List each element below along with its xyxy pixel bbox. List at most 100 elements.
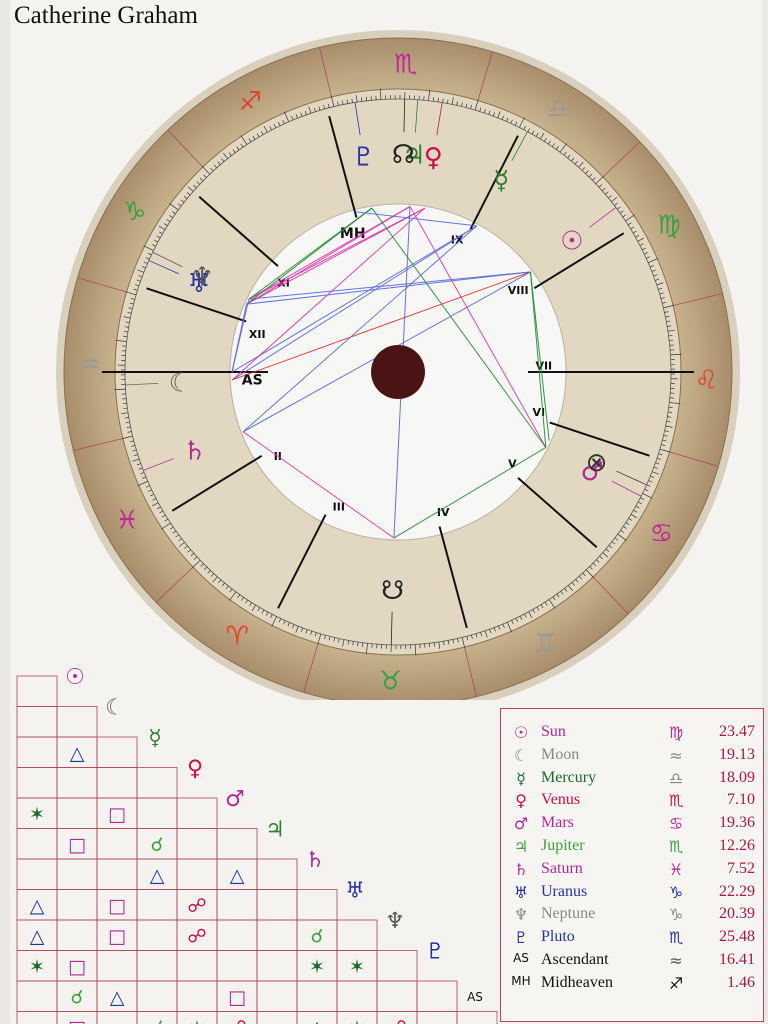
grid-body-header: ♅ [345,879,365,904]
aspect-cell [256,889,298,921]
legend-degree: 20.39 [719,905,755,923]
legend-sign: ≈ [669,745,683,765]
sign-glyph-aquarius: ♒ [78,350,101,380]
aspect-cell [176,980,218,1012]
legend-sign: ♏ [668,791,684,811]
sign-glyph-libra: ♎ [547,95,570,125]
aspect-cell [136,889,178,921]
legend-row: ☿ Mercury ♎ 18.09 [501,769,763,792]
legend-sign: ♎ [668,768,684,788]
legend-sign: ≈ [669,951,683,970]
legend-row: ♅ Uranus ♑ 22.29 [501,883,763,906]
aspect-cell [456,1011,498,1024]
grid-body-header: ♀ [187,757,203,782]
aspect-cell [216,828,258,860]
legend-degree: 1.46 [727,973,755,991]
legend-glyph: ☾ [513,745,529,765]
legend-degree: 22.29 [719,882,755,900]
aspect-cell [136,919,178,951]
legend-sign: ♏ [668,837,684,856]
legend-row: MH Midheaven ♐ 1.46 [501,974,763,997]
legend-glyph: ♃ [513,837,529,856]
legend-name: Ascendant [541,951,609,968]
aspect-cell [416,980,458,1012]
legend-degree: 18.09 [719,768,755,786]
aspect-glyph: ✶ [189,1017,205,1024]
planet-glyph-part-of-fortune: ⊗ [586,448,608,478]
aspect-cell [256,858,298,890]
aspect-glyph: ☌ [311,925,324,947]
aspect-glyph: ☍ [387,1017,406,1024]
legend-glyph: ☿ [516,768,526,788]
grid-body-header: ♆ [385,909,405,934]
aspect-cell [136,767,178,799]
aspect-glyph: △ [70,742,85,764]
sign-glyph-capricorn: ♑ [123,197,146,227]
aspect-cell [176,828,218,860]
aspect-glyph: ☍ [187,925,206,947]
legend-name: Pluto [541,928,575,946]
legend-glyph: ☉ [513,723,529,742]
aspect-glyph: △ [110,986,125,1008]
aspect-cell [376,980,418,1012]
aspect-glyph: △ [310,1017,325,1024]
legend-degree: 7.10 [727,791,755,809]
aspect-cell [16,828,58,860]
legend-glyph: AS [513,951,529,965]
aspect-glyph: ☌ [71,986,84,1008]
aspect-glyph: □ [108,895,126,917]
sign-glyph-cancer: ♋ [650,519,673,549]
aspect-cell [336,919,378,951]
aspect-cell [336,980,378,1012]
legend-name: Uranus [541,882,588,900]
planet-glyph-neptune: ♆ [190,262,213,292]
aspect-cell [96,767,138,799]
legend-degree: 12.26 [719,837,755,854]
legend-sign: ♍ [668,723,684,742]
legend-name: Jupiter [541,837,585,854]
aspect-glyph: △ [230,864,245,886]
legend-degree: 19.13 [719,745,755,763]
aspect-cell [16,1011,58,1024]
aspect-cell [96,950,138,982]
aspect-cell [216,919,258,951]
aspect-glyph: △ [30,895,45,917]
planet-glyph-pluto: ♇ [352,143,375,173]
grid-body-header: ☾ [105,696,125,721]
aspect-cell [16,706,58,738]
aspect-cell [136,950,178,982]
aspect-cell [256,1011,298,1024]
sign-glyph-scorpio: ♏ [394,50,417,80]
aspect-glyph: □ [68,834,86,856]
center-dot [371,345,425,399]
planet-glyph-sun: ☉ [560,227,583,257]
aspect-cell [176,797,218,829]
legend-sign: ♏ [668,928,684,948]
aspect-glyph: ✶ [29,956,45,978]
aspect-glyph: ✶ [349,1017,365,1024]
house-label-VIII: VIII [508,284,529,297]
grid-body-header: ♂ [225,787,245,812]
planet-glyph-moon: ☾ [169,368,192,398]
legend-name: Saturn [541,859,583,877]
aspect-cell [216,950,258,982]
planet-glyph-venus: ♀ [424,143,443,173]
sign-glyph-leo: ♌ [695,366,718,396]
planet-legend: ☉ Sun ♍ 23.47 ☾ Moon ≈19.13 ☿ Mercury ♎ 18.09 ♀ Venu… [500,708,764,1022]
aspect-grid: ☉☾☿♀♂♃♄♅♆♇ASMH△✶□□☌△△△□☍△□☍☌✶□✶✶☌△□□☌✶☍△… [16,665,498,1024]
legend-sign: ♋ [668,814,684,834]
aspect-cell [256,919,298,951]
aspect-cell [16,736,58,768]
aspect-glyph: ☍ [187,895,206,917]
planet-glyph-south-node: ☋ [381,576,404,606]
planet-glyph-saturn: ♄ [183,437,206,467]
aspect-glyph: ☌ [151,1017,164,1024]
legend-sign: ♐ [668,973,684,993]
aspect-cell [56,889,98,921]
aspect-cell [96,736,138,768]
legend-glyph: ♆ [513,905,529,925]
legend-degree: 7.52 [727,859,755,877]
legend-name: Midheaven [541,973,613,991]
legend-glyph: ♀ [515,791,527,811]
aspect-glyph: ✶ [349,956,365,978]
